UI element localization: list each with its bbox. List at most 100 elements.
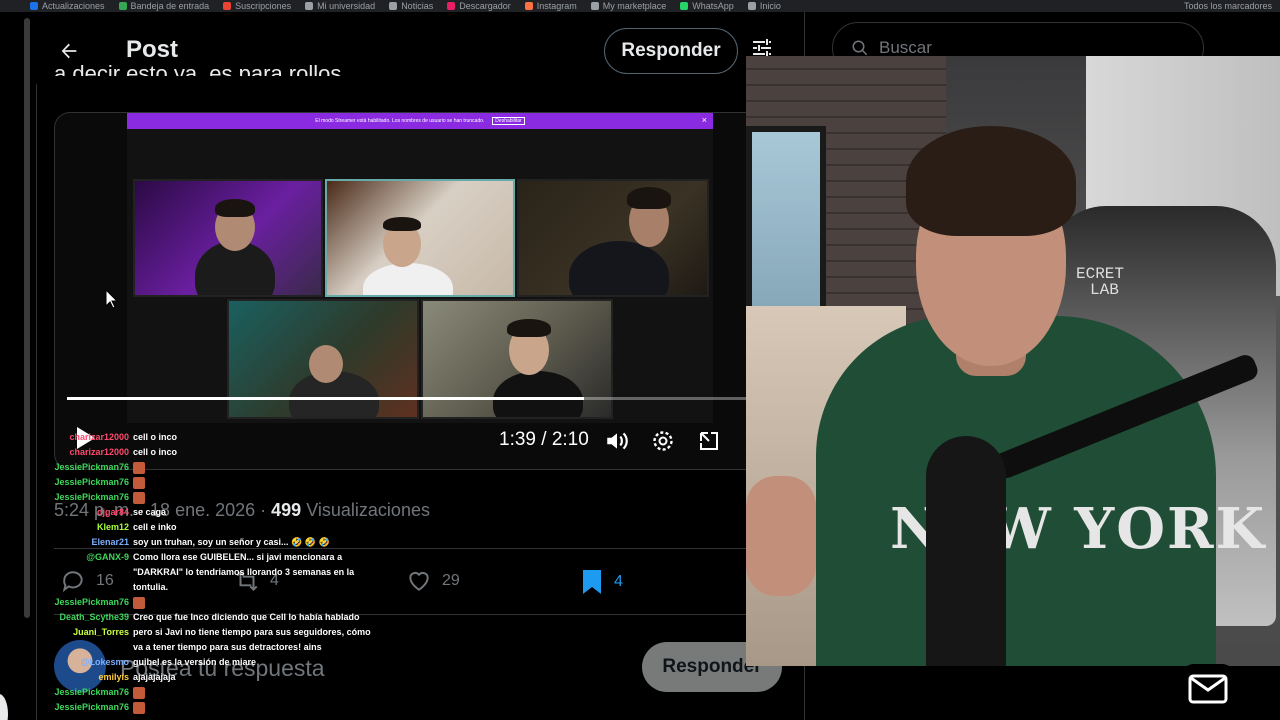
chat-username: Elenar21	[91, 537, 129, 547]
bookmark-favicon-icon	[590, 2, 599, 10]
screen: Actualizaciones Bandeja de entrada Suscrip…	[0, 0, 1280, 720]
chat-username: Juani_Torres	[73, 627, 129, 637]
column-divider-left	[36, 12, 37, 720]
chat-text: cell o inco	[133, 447, 178, 457]
bookmark-item[interactable]: Noticias	[389, 1, 433, 11]
exit-fullscreen-button[interactable]	[695, 427, 723, 455]
chat-text	[133, 595, 378, 610]
bookmarks-bar: Actualizaciones Bandeja de entrada Suscrip…	[0, 0, 1280, 12]
bookmark-favicon-icon	[305, 2, 314, 10]
bookmark-label: Instagram	[536, 1, 577, 11]
webcam-tile	[517, 179, 709, 297]
search-input[interactable]	[879, 38, 1179, 58]
bookmark-favicon-icon	[747, 2, 756, 10]
chat-username: JessiePickman76	[54, 687, 129, 697]
chat-username: JessiePickman76	[54, 462, 129, 472]
chat-username: Death_Scythe39	[59, 612, 129, 622]
video-progress-fill	[67, 397, 584, 400]
chat-username: JessiePickman76	[54, 597, 129, 607]
live-chat-overlay: charizar12000 cell o inco charizar12000 cel…	[52, 430, 382, 720]
bookmark-label: Actualizaciones	[42, 1, 105, 11]
chat-message: JessiePickman76	[52, 700, 382, 715]
chat-username: JessiePickman76	[54, 702, 129, 712]
bookmark-label: Noticias	[401, 1, 434, 11]
webcam-tile	[325, 179, 515, 297]
chair-logo-line2: LAB	[1090, 281, 1119, 299]
page-scrollbar[interactable]	[24, 18, 30, 618]
chat-username: @GANX-9	[86, 552, 129, 562]
chat-text: pero si Javi no tiene tiempo para sus se…	[133, 627, 371, 652]
chat-text: ajajajajaja	[133, 672, 176, 682]
bookmark-favicon-icon	[389, 2, 398, 10]
webcam-tile	[133, 179, 323, 297]
bookmark-label: Descargador	[459, 1, 511, 11]
settings-button[interactable]	[649, 427, 677, 455]
chat-username: djgar84	[96, 507, 129, 517]
bookmark-label: Bandeja de entrada	[130, 1, 210, 11]
video-time: 1:39 / 2:10	[499, 429, 589, 450]
chat-username: JessiePickman76	[54, 477, 129, 487]
banner-text: El modo Streamer está habilitado. Los no…	[315, 118, 485, 124]
bookmark-favicon-icon	[447, 2, 456, 10]
bookmark-item[interactable]: Descargador	[447, 1, 511, 11]
chat-username: JessiePickman76	[54, 492, 129, 502]
chat-message: JessiePickman76	[52, 460, 382, 475]
bookmark-icon	[583, 570, 601, 594]
mail-icon	[1188, 674, 1228, 704]
chair-logo: ECRET LAB	[1076, 266, 1124, 298]
messages-button[interactable]	[1180, 664, 1236, 714]
bookmark-label: Suscripciones	[235, 1, 292, 11]
chat-text	[133, 490, 378, 505]
webcam-tile	[421, 299, 613, 419]
chat-username: emilyis	[98, 672, 129, 682]
bookmark-item[interactable]: My marketplace	[590, 1, 666, 11]
chat-message: JessiePickman76	[52, 490, 382, 505]
gear-icon	[653, 431, 673, 451]
bookmark-favicon-icon	[680, 2, 689, 10]
bookmark-item[interactable]: WhatsApp	[680, 1, 734, 11]
bookmark-item[interactable]: Inicio	[747, 1, 781, 11]
bookmark-item[interactable]: Instagram	[524, 1, 577, 11]
bookmark-label: Mi universidad	[317, 1, 376, 11]
chat-username: charizar12000	[69, 432, 129, 442]
video-progress-bar[interactable]	[67, 397, 746, 400]
like-count: 29	[442, 572, 460, 589]
close-icon: ×	[701, 115, 707, 125]
chat-text	[133, 685, 378, 700]
bookmark-item[interactable]: Suscripciones	[223, 1, 291, 11]
video-frame: El modo Streamer está habilitado. Los no…	[127, 113, 713, 423]
all-bookmarks[interactable]: Todos los marcadores	[1184, 1, 1280, 11]
bookmark-favicon-icon	[118, 2, 127, 10]
bookmark-action[interactable]: 4	[580, 568, 623, 596]
chat-text	[133, 700, 378, 715]
emote-icon	[133, 461, 145, 474]
chat-username: @Lokesmo	[80, 657, 129, 667]
post-text: a decir esto ya, es para rollos	[54, 61, 342, 76]
webcam-tile	[227, 299, 419, 419]
bookmark-count: 4	[614, 573, 623, 590]
video-player[interactable]: El modo Streamer está habilitado. Los no…	[54, 112, 746, 470]
bookmark-item[interactable]: Mi universidad	[305, 1, 375, 11]
bookmark-favicon-icon	[223, 2, 232, 10]
left-gutter	[0, 12, 22, 720]
reply-header-button[interactable]: Responder	[604, 28, 738, 74]
chat-message: djgar84 se caga	[52, 505, 382, 520]
chat-username: charizar12000	[69, 447, 129, 457]
chat-message: @GANX-9 Como llora ese GUIBELEN... si jav…	[52, 550, 382, 595]
chat-text: se caga	[133, 507, 167, 517]
chat-text	[133, 460, 378, 475]
streamer-hand	[746, 476, 816, 596]
minimize-icon	[700, 432, 718, 450]
volume-icon	[607, 432, 628, 450]
chat-text: guibel es la versión de miare	[133, 657, 257, 667]
emote-icon	[133, 596, 145, 609]
emote-icon	[133, 686, 145, 699]
chat-text: cell o inco	[133, 432, 178, 442]
streamer-mode-banner: El modo Streamer está habilitado. Los no…	[127, 113, 713, 129]
bookmark-item[interactable]: Bandeja de entrada	[118, 1, 210, 11]
emote-icon	[133, 476, 145, 489]
like-action[interactable]: 29	[406, 568, 460, 594]
bookmark-item[interactable]: Actualizaciones	[30, 1, 105, 11]
bookmark-label: Inicio	[759, 1, 781, 11]
volume-button[interactable]	[603, 427, 631, 455]
